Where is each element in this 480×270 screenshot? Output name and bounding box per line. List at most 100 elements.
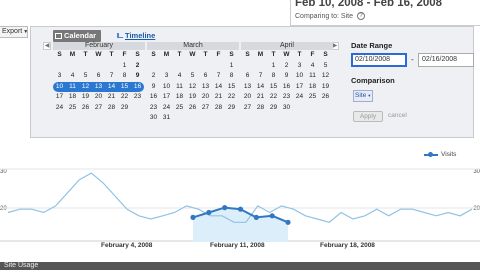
calendar-day[interactable]: 27 xyxy=(199,103,212,114)
data-point[interactable] xyxy=(269,213,275,219)
calendar-day[interactable]: 3 xyxy=(293,61,306,72)
data-point[interactable] xyxy=(206,209,212,216)
end-date-input[interactable]: 02/16/2008 xyxy=(418,53,474,67)
calendar-day[interactable]: 8 xyxy=(225,71,238,82)
calendar-day[interactable]: 2 xyxy=(131,61,144,72)
calendar-day[interactable]: 9 xyxy=(280,71,293,82)
calendar-day[interactable]: 11 xyxy=(66,81,79,92)
calendar-day[interactable]: 12 xyxy=(319,71,332,82)
calendar-day[interactable]: 20 xyxy=(199,92,212,103)
prev-month-arrow[interactable]: ◀ xyxy=(43,42,51,50)
calendar-day[interactable]: 15 xyxy=(225,82,238,93)
calendar-day[interactable]: 27 xyxy=(92,103,105,114)
chart-legend[interactable]: Visits xyxy=(424,151,456,158)
data-point[interactable] xyxy=(237,206,244,212)
date-range-header[interactable]: Feb 10, 2008 - Feb 16, 2008 Comparing to… xyxy=(290,0,480,26)
calendar-day[interactable]: 29 xyxy=(225,103,238,114)
data-point[interactable] xyxy=(285,219,291,225)
calendar-day[interactable]: 17 xyxy=(53,92,66,103)
calendar-day[interactable]: 13 xyxy=(92,81,105,92)
calendar-day[interactable]: 12 xyxy=(186,82,199,93)
calendar-day[interactable]: 30 xyxy=(147,113,160,124)
calendar-day[interactable]: 24 xyxy=(293,92,306,103)
calendar-day[interactable]: 9 xyxy=(147,82,160,93)
calendar-day[interactable]: 19 xyxy=(319,82,332,93)
timeline-mode-tab[interactable]: Timeline xyxy=(117,31,155,40)
calendar-day[interactable]: 18 xyxy=(66,92,79,103)
calendar-day[interactable]: 28 xyxy=(105,103,118,114)
calendar-day[interactable]: 1 xyxy=(267,61,280,72)
calendar-day[interactable]: 16 xyxy=(280,82,293,93)
calendar-day[interactable]: 1 xyxy=(118,61,131,72)
calendar-day[interactable]: 31 xyxy=(160,113,173,124)
calendar-day[interactable]: 14 xyxy=(254,82,267,93)
calendar-day[interactable]: 18 xyxy=(306,82,319,93)
calendar-day[interactable]: 11 xyxy=(173,82,186,93)
calendar-day[interactable]: 12 xyxy=(79,81,92,92)
calendar-day[interactable]: 23 xyxy=(147,103,160,114)
calendar-day[interactable]: 4 xyxy=(66,71,79,82)
calendar-day[interactable]: 30 xyxy=(280,103,293,114)
calendar-day[interactable]: 11 xyxy=(306,71,319,82)
calendar-day[interactable]: 29 xyxy=(118,103,131,114)
calendar-mode-tab[interactable]: Calendar xyxy=(53,30,102,42)
calendar-day[interactable]: 25 xyxy=(66,103,79,114)
calendar-day[interactable]: 17 xyxy=(160,92,173,103)
data-point[interactable] xyxy=(222,205,228,211)
calendar-day[interactable]: 27 xyxy=(241,103,254,114)
calendar-day[interactable]: 9 xyxy=(131,71,144,82)
cancel-link[interactable]: cancel xyxy=(388,112,407,119)
calendar-day[interactable]: 5 xyxy=(79,71,92,82)
calendar-day[interactable]: 22 xyxy=(225,92,238,103)
calendar-day[interactable]: 26 xyxy=(79,103,92,114)
help-icon[interactable]: ? xyxy=(356,12,365,20)
calendar-day[interactable]: 19 xyxy=(79,92,92,103)
calendar-day[interactable]: 18 xyxy=(173,92,186,103)
calendar-day[interactable]: 13 xyxy=(199,82,212,93)
calendar-day[interactable]: 22 xyxy=(267,92,280,103)
calendar-day[interactable]: 10 xyxy=(160,82,173,93)
calendar-day[interactable]: 22 xyxy=(118,92,131,103)
calendar-day[interactable]: 28 xyxy=(212,103,225,114)
calendar-day[interactable]: 15 xyxy=(267,82,280,93)
comparison-select[interactable]: Site ▼ xyxy=(353,90,373,102)
apply-button[interactable]: Apply xyxy=(353,111,383,122)
calendar-day[interactable]: 29 xyxy=(267,103,280,114)
calendar-day[interactable]: 6 xyxy=(199,71,212,82)
calendar-day[interactable]: 20 xyxy=(241,92,254,103)
calendar-day[interactable]: 16 xyxy=(147,92,160,103)
calendar-day[interactable]: 3 xyxy=(53,71,66,82)
calendar-day[interactable]: 2 xyxy=(147,71,160,82)
calendar-day[interactable]: 5 xyxy=(319,61,332,72)
calendar-day[interactable]: 21 xyxy=(254,92,267,103)
calendar-day[interactable]: 25 xyxy=(173,103,186,114)
calendar-day[interactable]: 15 xyxy=(118,81,131,92)
calendar-day[interactable]: 7 xyxy=(105,71,118,82)
calendar-day[interactable]: 16 xyxy=(131,81,144,92)
calendar-day[interactable]: 19 xyxy=(186,92,199,103)
calendar-day[interactable]: 10 xyxy=(293,71,306,82)
calendar-day[interactable]: 14 xyxy=(212,82,225,93)
calendar-day[interactable]: 17 xyxy=(293,82,306,93)
calendar-day[interactable]: 6 xyxy=(241,71,254,82)
calendar-day[interactable]: 8 xyxy=(267,71,280,82)
calendar-day[interactable]: 13 xyxy=(241,82,254,93)
calendar-day[interactable]: 2 xyxy=(280,61,293,72)
calendar-day[interactable]: 28 xyxy=(254,103,267,114)
calendar-day[interactable]: 23 xyxy=(131,92,144,103)
start-date-input[interactable]: 02/10/2008 xyxy=(351,53,407,67)
calendar-day[interactable]: 4 xyxy=(306,61,319,72)
calendar-day[interactable]: 26 xyxy=(186,103,199,114)
calendar-day[interactable]: 25 xyxy=(306,92,319,103)
calendar-day[interactable]: 24 xyxy=(160,103,173,114)
data-point[interactable] xyxy=(190,214,196,220)
calendar-day[interactable]: 1 xyxy=(225,61,238,72)
calendar-day[interactable]: 23 xyxy=(280,92,293,103)
calendar-day[interactable]: 20 xyxy=(92,92,105,103)
calendar-day[interactable]: 7 xyxy=(254,71,267,82)
calendar-day[interactable]: 14 xyxy=(105,81,118,92)
calendar-day[interactable]: 7 xyxy=(212,71,225,82)
calendar-day[interactable]: 21 xyxy=(212,92,225,103)
calendar-day[interactable]: 21 xyxy=(105,92,118,103)
data-point[interactable] xyxy=(253,214,259,220)
